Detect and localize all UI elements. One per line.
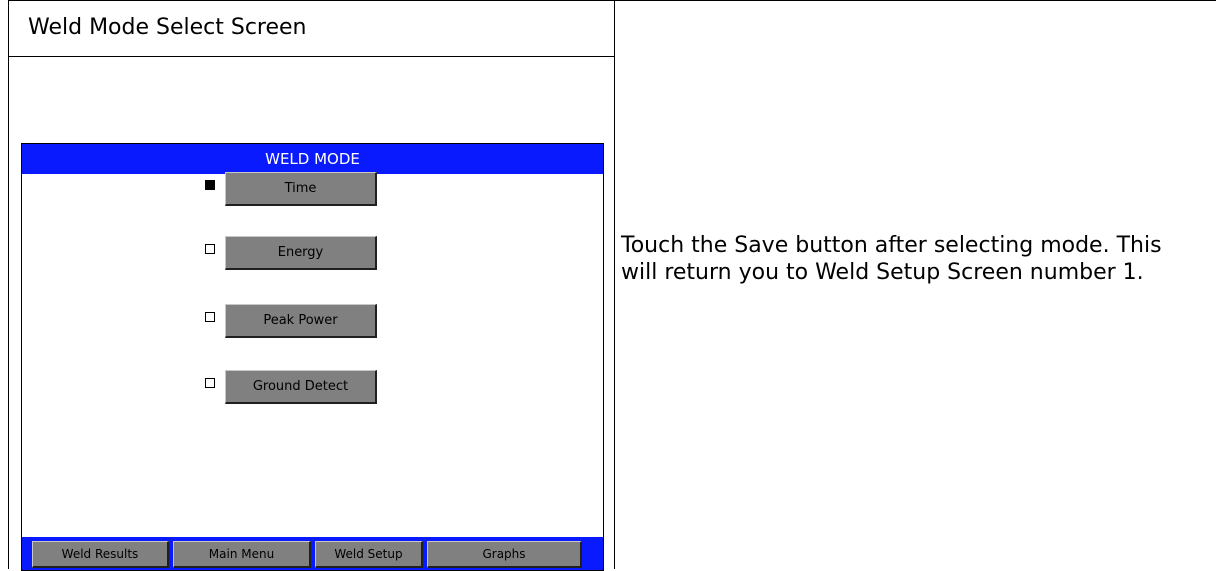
title-cell: Weld Mode Select Screen	[9, 1, 614, 57]
screen-header: WELD MODE	[22, 144, 603, 174]
energy-mode-checkbox[interactable]	[205, 244, 215, 254]
page-title: Weld Mode Select Screen	[28, 15, 307, 40]
ground-detect-mode-checkbox[interactable]	[205, 378, 215, 388]
time-mode-button[interactable]: Time	[225, 172, 377, 206]
ground-detect-mode-button[interactable]: Ground Detect	[225, 370, 377, 404]
mode-row-ground-detect: Ground Detect	[22, 370, 603, 406]
weld-results-button[interactable]: Weld Results	[32, 541, 169, 568]
instruction-text: Touch the Save button after selecting mo…	[621, 233, 1162, 285]
graphs-button[interactable]: Graphs	[427, 541, 582, 568]
screenshot-column: Weld Mode Select Screen WELD MODE Time E…	[9, 1, 615, 571]
main-menu-button[interactable]: Main Menu	[173, 541, 311, 568]
peak-power-mode-checkbox[interactable]	[205, 312, 215, 322]
peak-power-mode-button[interactable]: Peak Power	[225, 304, 377, 338]
time-mode-checkbox[interactable]	[205, 180, 215, 190]
mode-row-time: Time	[22, 172, 603, 208]
mode-row-peak-power: Peak Power	[22, 304, 603, 340]
energy-mode-button[interactable]: Energy	[225, 236, 377, 270]
weld-setup-button[interactable]: Weld Setup	[315, 541, 423, 568]
nav-footer: Weld Results Main Menu Weld Setup Graphs	[22, 537, 603, 570]
mode-row-energy: Energy	[22, 236, 603, 272]
weld-mode-screen: WELD MODE Time Energy Peak Power Ground …	[21, 143, 604, 571]
